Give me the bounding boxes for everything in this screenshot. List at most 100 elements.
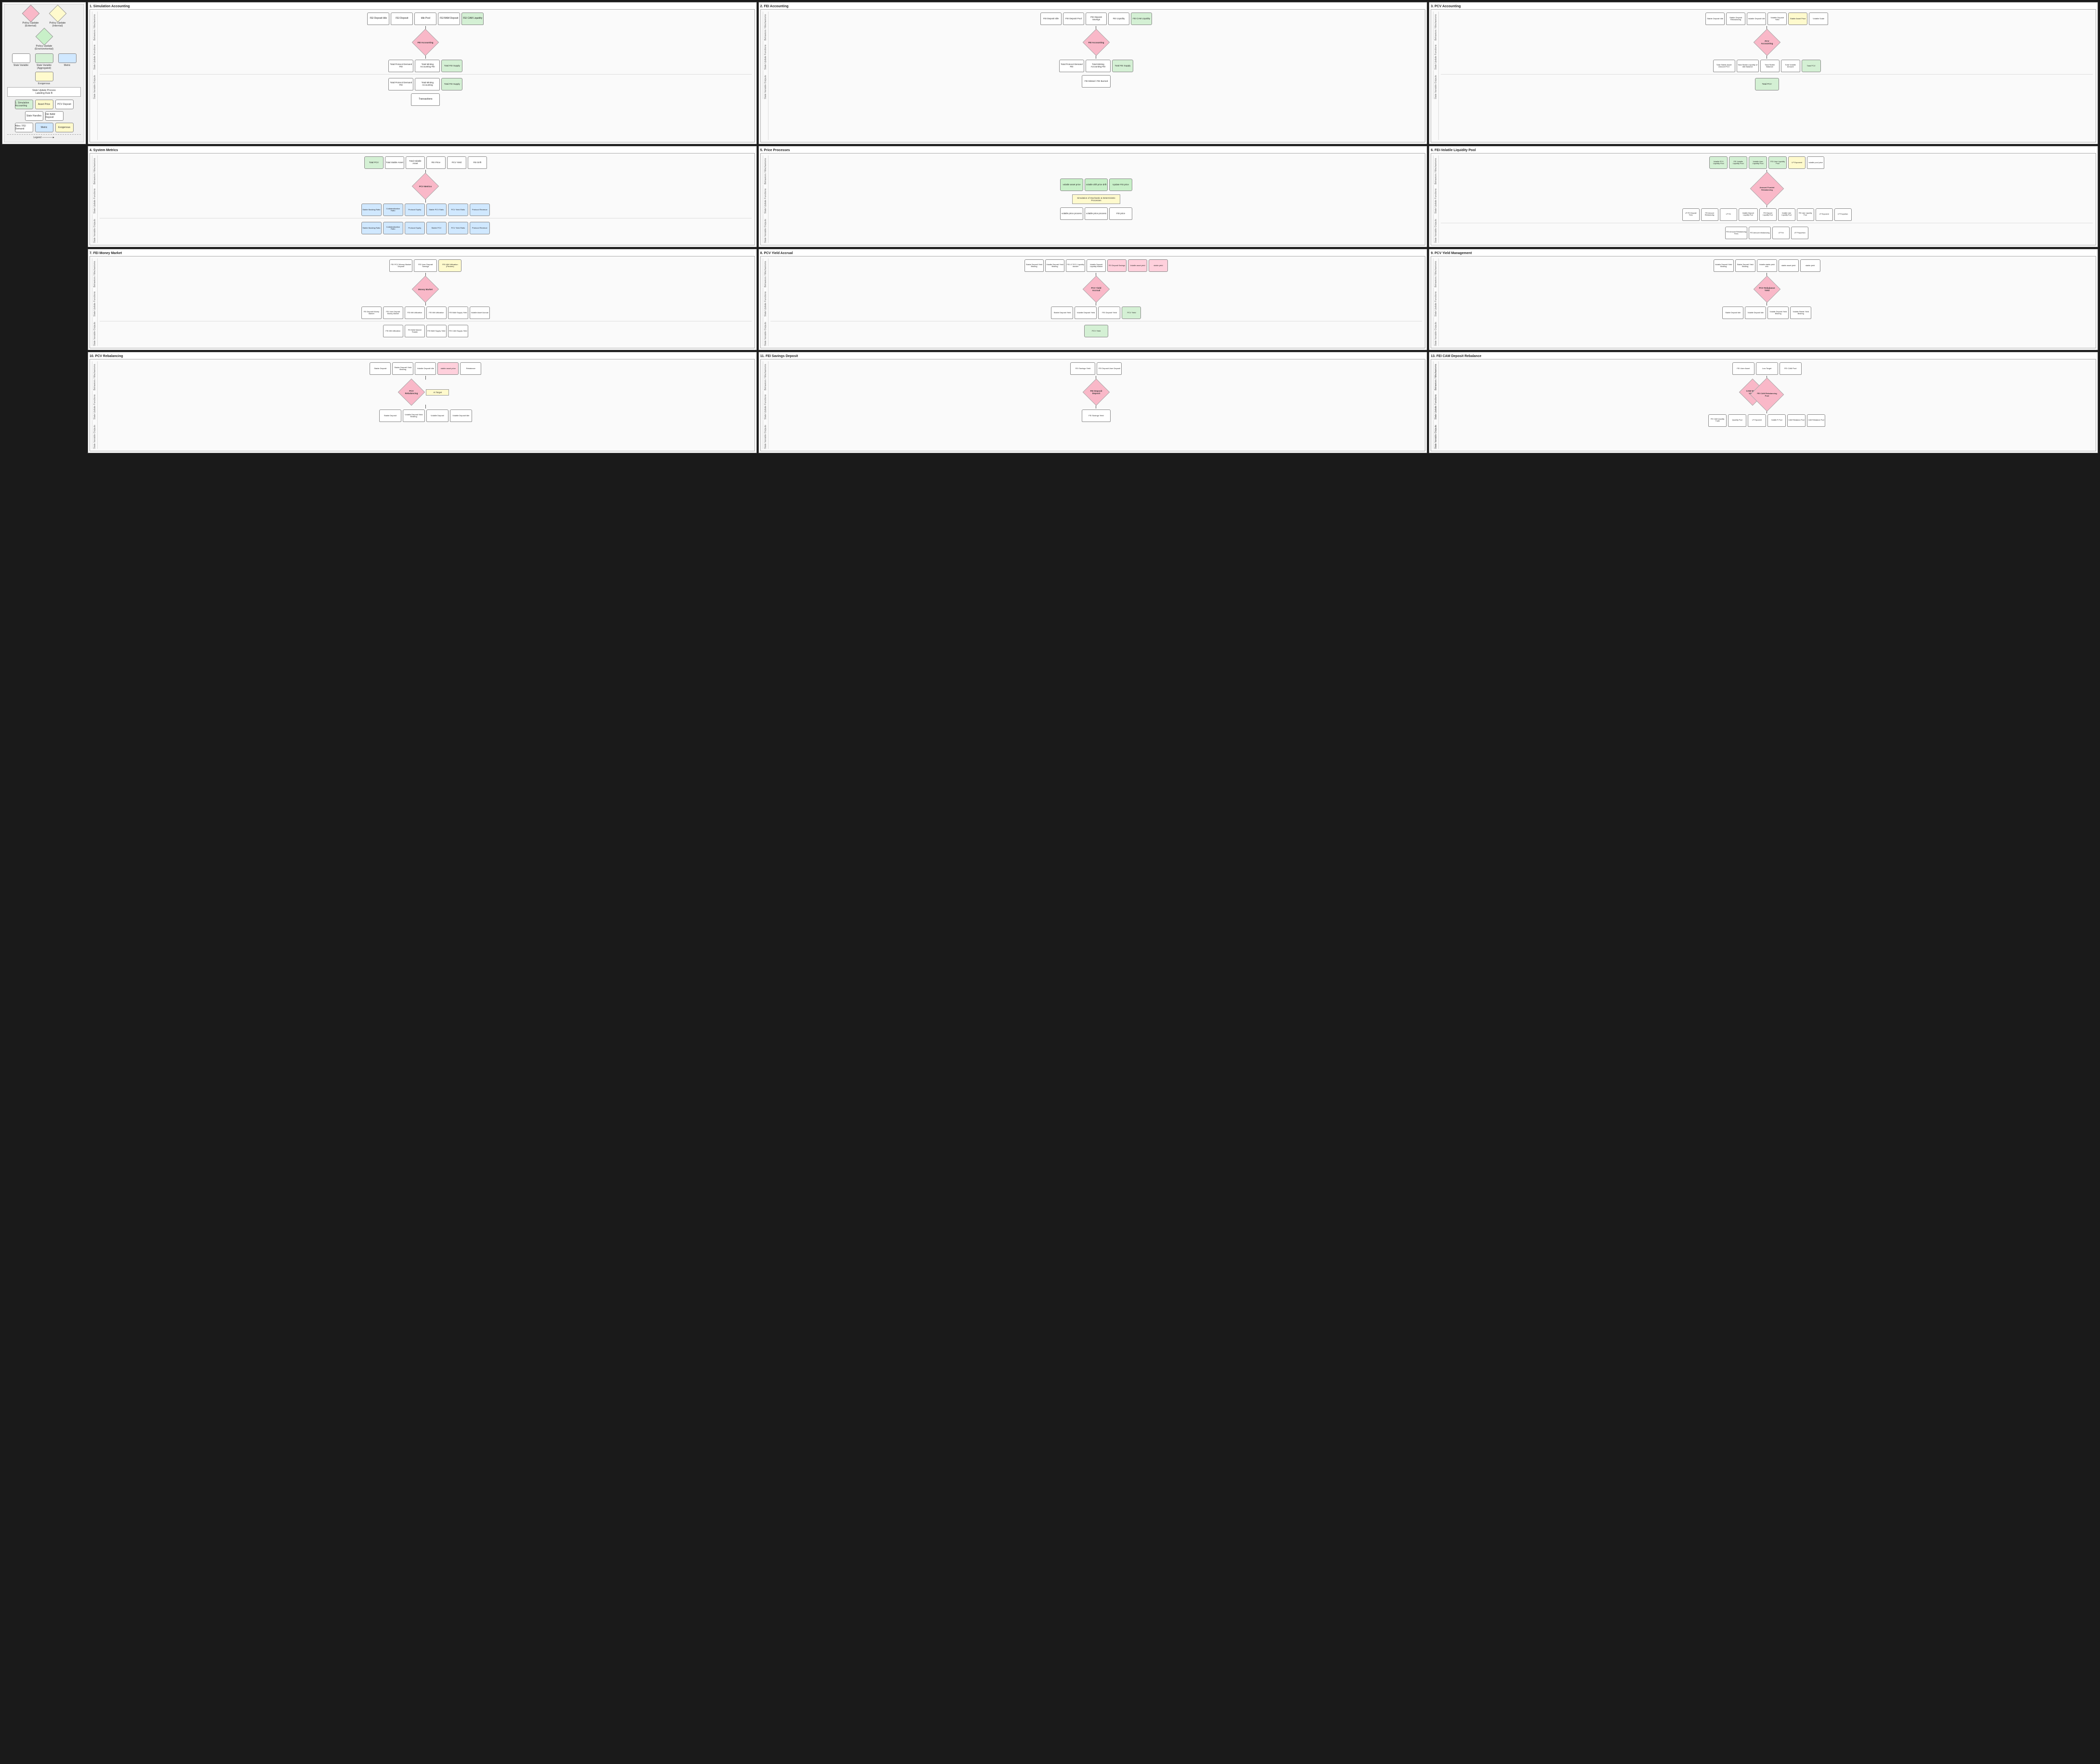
s6-bottom1: LP FEI Deposit Fees FEI Amount Rebalanci…: [1441, 208, 2093, 221]
s10-diamond: PCV Rebalancing: [402, 383, 421, 402]
section-11-title: 11. FEI Savings Deposit: [760, 354, 1426, 359]
legend-state-var: State Variable: [12, 53, 30, 70]
s4-bottom1: Stable Backing Ratio Collateralization R…: [100, 204, 752, 216]
s10-top: Stable Deposit Stable Deposit Yield Bear…: [100, 362, 752, 375]
s11-vlabel3: State Variable Outputs: [763, 420, 767, 449]
s4-bottom2: Stable Backing Ratio Collateralization R…: [100, 222, 752, 234]
s2-vlabel1: Behaviors / Mechanisms: [763, 12, 767, 40]
s9-diamond: PCV Rebalance Yield: [1441, 280, 2093, 299]
s10-vlabel3: State Variable Outputs: [92, 420, 96, 449]
s11-vlabel2: State Update Functions: [763, 391, 767, 420]
s3-vlabel2: State Update Functions: [1433, 41, 1437, 70]
s8-vlabel3: State Variable Outputs: [763, 317, 767, 346]
section-8-title: 8. PCV Yield Accrual: [760, 251, 1426, 256]
s1-top-nodes: FEI Deposit Idle FEI Deposit Idle Pool F…: [100, 13, 752, 25]
s7-vlabel1: Behaviors / Mechanisms: [92, 258, 96, 287]
s13-vlabel2: State Update Functions: [1433, 391, 1437, 420]
s3-diamond: PCV Accounting: [1441, 33, 2093, 52]
s1-diamond: FEI Accounting: [100, 33, 752, 52]
s8-vlabel1: Behaviors / Mechanisms: [763, 258, 767, 287]
section-10: 10. PCV Rebalancing Behaviors / Mechanis…: [88, 352, 757, 453]
section-10-inner: Behaviors / Mechanisms State Update Func…: [90, 359, 755, 451]
s1-vlabel2: State Update Functions: [92, 41, 96, 70]
s7-bottom1: FEI Deposit Money Market FEI User Deposi…: [100, 307, 752, 319]
s1-vlabel3: State Variable Outputs: [92, 70, 96, 99]
s4-vlabel1: Behaviors / Mechanisms: [92, 155, 96, 184]
section-11-inner: Behaviors / Mechanisms State Update Func…: [760, 359, 1426, 451]
s6-vlabel1: Behaviors / Mechanisms: [1433, 155, 1437, 184]
s4-diamond: PCV Metrics: [100, 177, 752, 196]
s1-bottom2: Total Protocol Demand FEI Total Minting …: [100, 78, 752, 90]
legend-caption: State Update ProcessLabeling Rule B: [7, 87, 81, 97]
s4-vlabel3: State Variable Outputs: [92, 214, 96, 243]
s7-vlabel3: State Variable Outputs: [92, 317, 96, 346]
section-1: 1. Simulation Accounting Behaviors / Mec…: [88, 2, 757, 144]
s2-diamond: FEI Accounting: [770, 33, 1422, 52]
s11-diamond: FEI Deposit Deposit: [770, 383, 1422, 402]
s3-vlabel1: Behaviors / Mechanisms: [1433, 12, 1437, 40]
s2-vlabel2: State Update Functions: [763, 41, 767, 70]
legend-fei-bam-deposit: FEI BAM Deposit: [45, 111, 64, 121]
s13-vlabel1: Behaviors / Mechanisms: [1433, 361, 1437, 390]
section-5: 5. Price Processes Behaviors / Mechanism…: [758, 146, 1428, 247]
s4-vlabel2: State Update Functions: [92, 185, 96, 214]
s11-bottom: FEI Savings Yield: [770, 409, 1422, 422]
section-9-inner: Behaviors / Mechanisms State Update Func…: [1431, 256, 2096, 348]
s9-vlabel3: State Variable Outputs: [1433, 317, 1437, 346]
s7-diamond: Money Market: [100, 280, 752, 299]
section-11: 11. FEI Savings Deposit Behaviors / Mech…: [758, 352, 1428, 453]
section-2-title: 2. FEI Accounting: [760, 4, 1426, 9]
s5-vlabel3: State Variable Outputs: [763, 214, 767, 243]
section-10-title: 10. PCV Rebalancing: [90, 354, 755, 359]
s13-vlabel3: State Variable Outputs: [1433, 420, 1437, 449]
section-4-title: 4. System Metrics: [90, 148, 755, 153]
s5-mid-box: Simulation of Stochastic & Deterministic…: [1072, 194, 1120, 204]
s8-bottom2: PCV Yield: [770, 325, 1422, 337]
section-7: 7. FEI Money Market Behaviors / Mechanis…: [88, 249, 757, 350]
legend-metric2: Metric: [35, 123, 53, 132]
s2-top: FEI Deposit Idle FEI Deposit Pool FEI De…: [770, 13, 1422, 25]
section-3: 3. PCV Accounting Behaviors / Mechanisms…: [1429, 2, 2098, 144]
section-7-inner: Behaviors / Mechanisms State Update Func…: [90, 256, 755, 348]
main-layout: Policy Update (External) Policy Update (…: [0, 0, 2100, 455]
s5-vlabel2: State Update Functions: [763, 185, 767, 214]
legend-state-handles: State Handles: [25, 111, 43, 121]
legend-exogenous2: Exogenous: [55, 123, 74, 132]
s10-at-target: At Target: [426, 389, 449, 396]
section-6: 6. FEI-Volatile Liquidity Pool Behaviors…: [1429, 146, 2098, 247]
legend-box: Policy Update (External) Policy Update (…: [2, 2, 86, 144]
section-9-title: 9. PCV Yield Management: [1431, 251, 2096, 256]
section-3-inner: Behaviors / Mechanisms State Update Func…: [1431, 9, 2096, 142]
s8-vlabel2: State Update Functions: [763, 288, 767, 317]
s3-top: Stable Deposit Idle Stable Deposit Rebal…: [1441, 13, 2093, 25]
s1-bottom1: Total Protocol Demand FEI Total Minting …: [100, 60, 752, 72]
legend-item-internal: Policy Update (Internal): [46, 7, 70, 27]
s3-vlabel3: State Variable Outputs: [1433, 70, 1437, 99]
s7-vlabel2: State Update Functions: [92, 288, 96, 317]
s13-bottom: FEI CAM Quantity Trade Quantity Pool LP …: [1441, 414, 2093, 427]
s1-node-fei-deposit: FEI Deposit: [391, 13, 413, 25]
s7-bottom2: FEI MM Utilization FEI BAM Market Supply…: [100, 325, 752, 337]
section-1-inner: Behaviors / Mechanisms State Update Func…: [90, 9, 755, 142]
s13-top: FEI User Asset Low Target FEI CAM Pool: [1441, 362, 2093, 375]
s3-bottom1: Total Stable Asset Amount PCV Total Stab…: [1441, 60, 2093, 72]
s8-diamond: PCV Yield Accrual: [770, 280, 1422, 299]
legend-item-env: Policy Update (Environmental): [32, 30, 56, 51]
section-13-inner: Behaviors / Mechanisms State Update Func…: [1431, 359, 2096, 451]
s9-bottom: Stable Deposit Idle Volatile Deposit Idl…: [1441, 307, 2093, 319]
section-4-inner: Behaviors / Mechanisms State Update Func…: [90, 153, 755, 245]
s8-top: Stable Deposit Yield Bearing Volatile De…: [770, 259, 1422, 272]
s11-vlabel1: Behaviors / Mechanisms: [763, 361, 767, 390]
section-5-inner: Behaviors / Mechanisms State Update Func…: [760, 153, 1426, 245]
section-1-title: 1. Simulation Accounting: [90, 4, 755, 9]
s10-bottom: Stable Deposit Volatile Deposit Yield Be…: [100, 409, 752, 422]
section-13: 13. FEI CAM Deposit Rebalance Behaviors …: [1429, 352, 2098, 453]
s10-vlabel2: State Update Functions: [92, 391, 96, 420]
legend-exog: Exogenous: [35, 72, 53, 85]
section-4: 4. System Metrics Behaviors / Mechanisms…: [88, 146, 757, 247]
s5-vlabel1: Behaviors / Mechanisms: [763, 155, 767, 184]
legend-asset-price: Asset Price: [35, 100, 53, 109]
s1-node-idle-pool: Idle Pool: [414, 13, 436, 25]
s7-top: FEI PCV Money Market Deposit FEI User De…: [100, 259, 752, 272]
s2-bottom: Total Protocol Demand FEI Total Minting …: [770, 60, 1422, 72]
